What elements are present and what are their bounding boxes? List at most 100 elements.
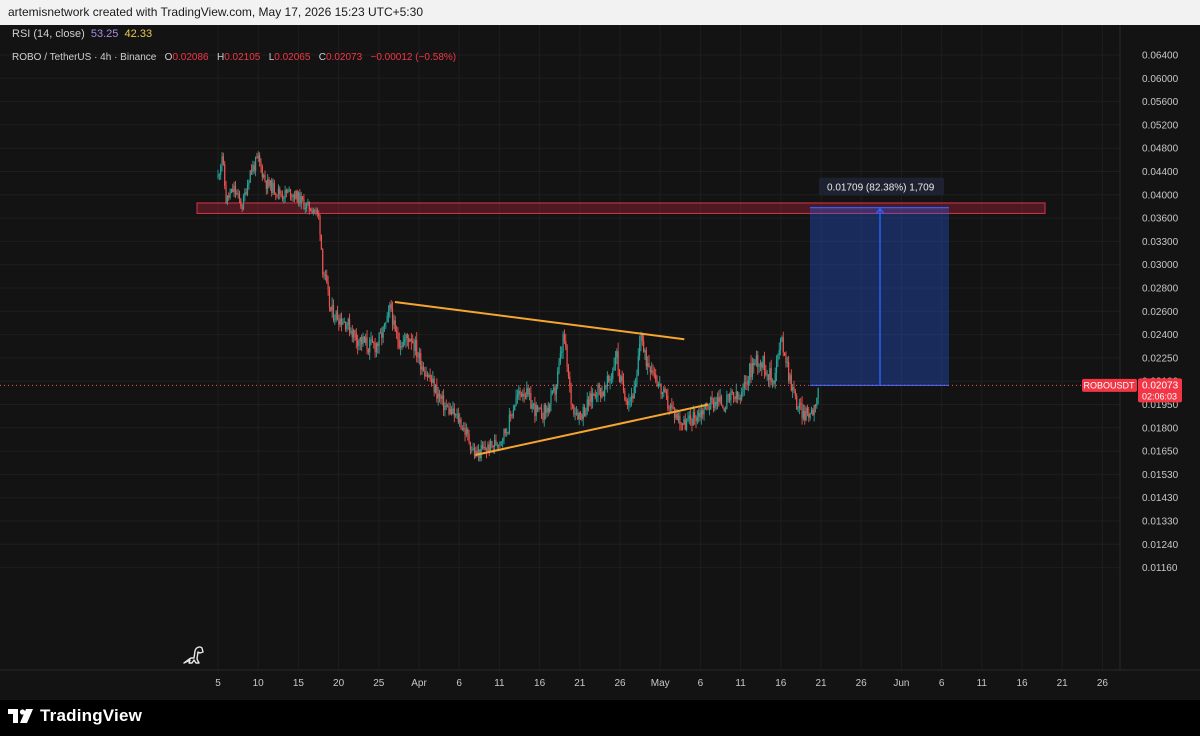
candle-body (319, 215, 321, 235)
candle-body (565, 341, 567, 347)
candle-body (320, 234, 322, 250)
candle-body (495, 439, 497, 446)
candle-body (597, 384, 599, 396)
lower-trendline[interactable] (475, 403, 709, 456)
candle-body (621, 376, 623, 381)
candle-body (332, 305, 335, 321)
candle-body (538, 408, 540, 410)
close-value: 0.02073 (325, 52, 363, 63)
candle-body (531, 404, 533, 409)
candle-body (492, 445, 494, 447)
candle-body (273, 182, 275, 194)
candle-body (735, 391, 737, 400)
candle-body (514, 405, 516, 411)
candle-body (723, 407, 725, 412)
candle-body (373, 342, 375, 344)
y-tick-label: 0.02600 (1142, 307, 1179, 318)
y-tick-label: 0.04800 (1142, 144, 1179, 155)
candle-body (798, 403, 800, 409)
candle-body (289, 189, 292, 197)
candle-body (461, 428, 463, 430)
candle-body (593, 393, 595, 395)
price-chart[interactable]: 0.06400 0.06000 0.05600 0.05200 0.04800 0.044… (0, 25, 1200, 700)
candle-body (622, 380, 625, 391)
candle-body (727, 394, 729, 396)
measure-label: 0.01709 (82.38%) 1,709 (827, 183, 935, 194)
candle-body (416, 340, 418, 357)
candle-body (389, 304, 391, 312)
candle-body (244, 192, 246, 197)
chart-frame[interactable]: 0.06400 0.06000 0.05600 0.05200 0.04800 0.044… (0, 25, 1200, 700)
candle-body (314, 210, 316, 212)
x-tick-label: Jun (893, 678, 909, 689)
candle-body (551, 390, 553, 394)
candle-body (280, 194, 282, 196)
candle-body (408, 337, 410, 343)
candle-body (543, 405, 545, 420)
candle-body (628, 400, 630, 406)
y-tick-label: 0.01650 (1142, 447, 1179, 458)
candle-body (519, 390, 521, 394)
candle-body (441, 395, 443, 399)
candle-body (487, 444, 489, 451)
candle-body (699, 412, 701, 418)
candle-body (426, 374, 429, 377)
candle-body (323, 273, 325, 276)
candle-body (784, 352, 786, 356)
x-tick-label: 5 (215, 678, 221, 689)
candle-body (496, 444, 498, 446)
x-tick-label: 16 (1016, 678, 1028, 689)
brand-name: TradingView (40, 706, 143, 725)
candle-body (480, 445, 482, 459)
candle-body (758, 365, 760, 367)
candle-body (671, 405, 673, 408)
candle-body (516, 395, 519, 398)
candle-body (220, 165, 222, 175)
candle-body (703, 409, 705, 415)
candle-body (810, 409, 813, 414)
candle-body (421, 366, 423, 370)
attribution-text: artemisnetwork created with TradingView.… (8, 5, 423, 19)
candle-body (762, 355, 764, 368)
candle-body (406, 334, 408, 338)
candle-body (252, 165, 254, 172)
candle-body (684, 419, 686, 430)
x-tick-label: 11 (494, 678, 505, 689)
candle-body (809, 413, 811, 418)
candle-body (612, 370, 614, 379)
candle-body (228, 195, 230, 198)
candle-body (238, 193, 241, 200)
indicator-value-1: 53.25 (90, 28, 119, 40)
y-tick-label: 0.03000 (1142, 260, 1179, 271)
candle-body (297, 192, 300, 203)
candle-body (451, 408, 453, 414)
candle-body (813, 404, 815, 416)
ohlc-legend[interactable]: ROBO / TetherUS · 4h · Binance O0.02086 … (12, 52, 456, 63)
tradingview-logo[interactable]: TradingView (8, 706, 142, 726)
indicator-legend[interactable]: RSI (14, close) 53.25 42.33 (12, 28, 152, 40)
candle-body (601, 392, 603, 398)
candle-body (218, 174, 220, 176)
candle-body (679, 415, 681, 424)
close-label: C (318, 52, 326, 63)
candle-body (773, 380, 775, 384)
candle-body (382, 326, 384, 338)
candle-body (546, 407, 548, 414)
trendlines[interactable] (394, 300, 709, 456)
candle-body (535, 405, 537, 416)
candle-body (412, 340, 414, 343)
measure-tool[interactable]: 0.01709 (82.38%) 1,709 (810, 177, 949, 386)
candle-body (236, 193, 238, 195)
candle-body (522, 393, 524, 397)
candle-body (385, 322, 387, 324)
candle-body (700, 410, 702, 418)
candle-body (786, 362, 788, 364)
candle-body (437, 393, 439, 399)
candle-body (702, 410, 704, 415)
candle-body (469, 442, 472, 450)
candle-body (375, 343, 378, 353)
candle-body (226, 195, 228, 204)
candle-body (528, 392, 531, 395)
candle-body (444, 405, 446, 411)
candle-body (714, 401, 716, 409)
